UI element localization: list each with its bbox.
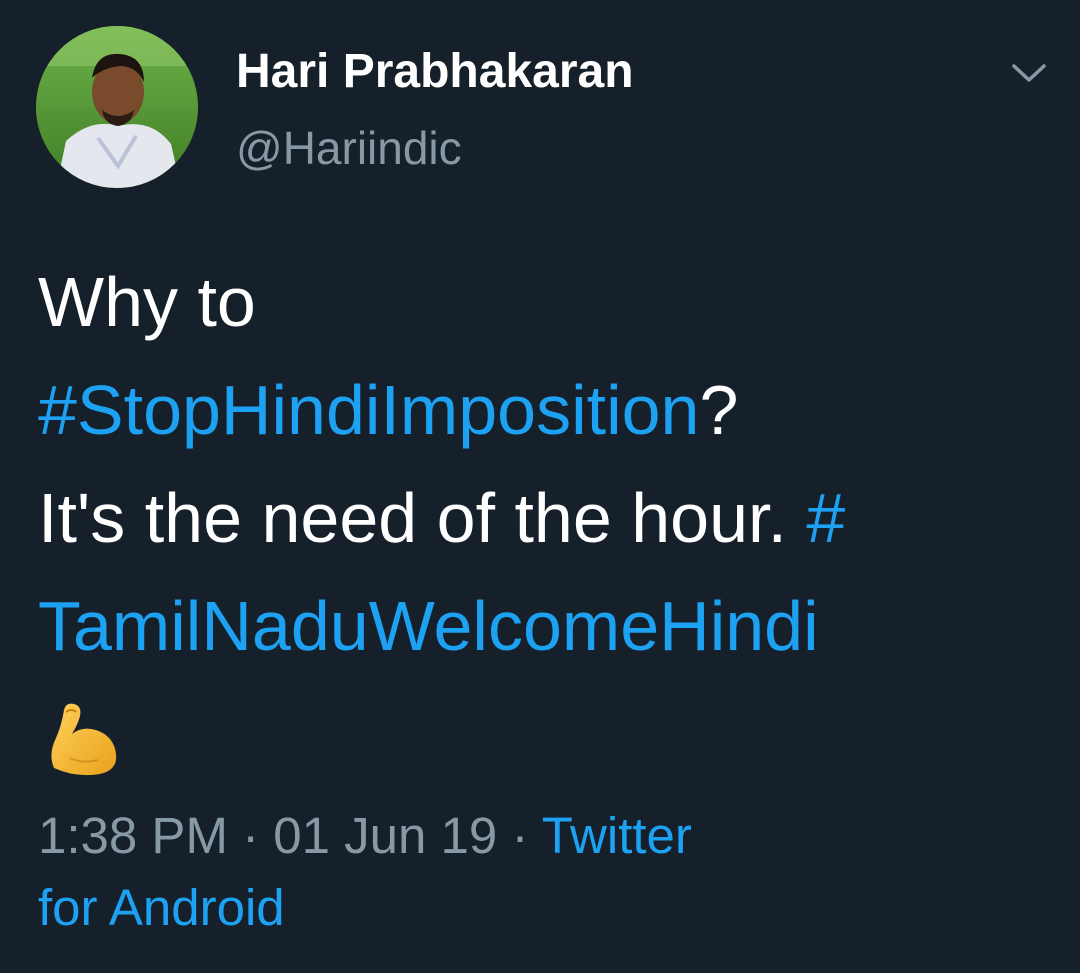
hashtag-link[interactable]: # <box>806 479 845 557</box>
tweet-text-line: TamilNaduWelcomeHindi <box>38 572 1048 680</box>
tweet-source-link[interactable]: for Android <box>38 872 1048 944</box>
tweet-text: Why to #StopHindiImposition? It's the ne… <box>38 248 1048 788</box>
tweet-time[interactable]: 1:38 PM <box>38 807 228 864</box>
avatar[interactable] <box>36 26 198 188</box>
flexed-biceps-emoji <box>51 703 117 776</box>
meta-separator: · <box>497 807 542 864</box>
tweet-text-line: Why to <box>38 263 256 341</box>
hashtag-link[interactable]: TamilNaduWelcomeHindi <box>38 587 819 665</box>
tweet-text-fragment: ? <box>699 371 739 449</box>
hashtag-link[interactable]: #StopHindiImposition <box>38 371 699 449</box>
author-handle[interactable]: @Hariindic <box>236 118 462 178</box>
tweet-text-line: #StopHindiImposition? <box>38 356 1048 464</box>
meta-separator: · <box>227 807 274 864</box>
tweet-meta: 1:38 PM · 01 Jun 19 · Twitter for Androi… <box>38 800 1048 944</box>
chevron-down-icon[interactable] <box>1006 54 1052 94</box>
tweet-date[interactable]: 01 Jun 19 <box>273 807 497 864</box>
tweet-detail: Hari Prabhakaran @Hariindic Why to #Stop… <box>0 0 1080 973</box>
emoji-line <box>38 680 1048 788</box>
tweet-source-link[interactable]: Twitter <box>542 807 692 864</box>
tweet-text-line: It's the need of the hour. # <box>38 464 1048 572</box>
tweet-text-fragment: It's the need of the hour. <box>38 479 807 557</box>
meta-line: 1:38 PM · 01 Jun 19 · Twitter <box>38 800 1048 872</box>
author-display-name[interactable]: Hari Prabhakaran <box>236 42 634 102</box>
